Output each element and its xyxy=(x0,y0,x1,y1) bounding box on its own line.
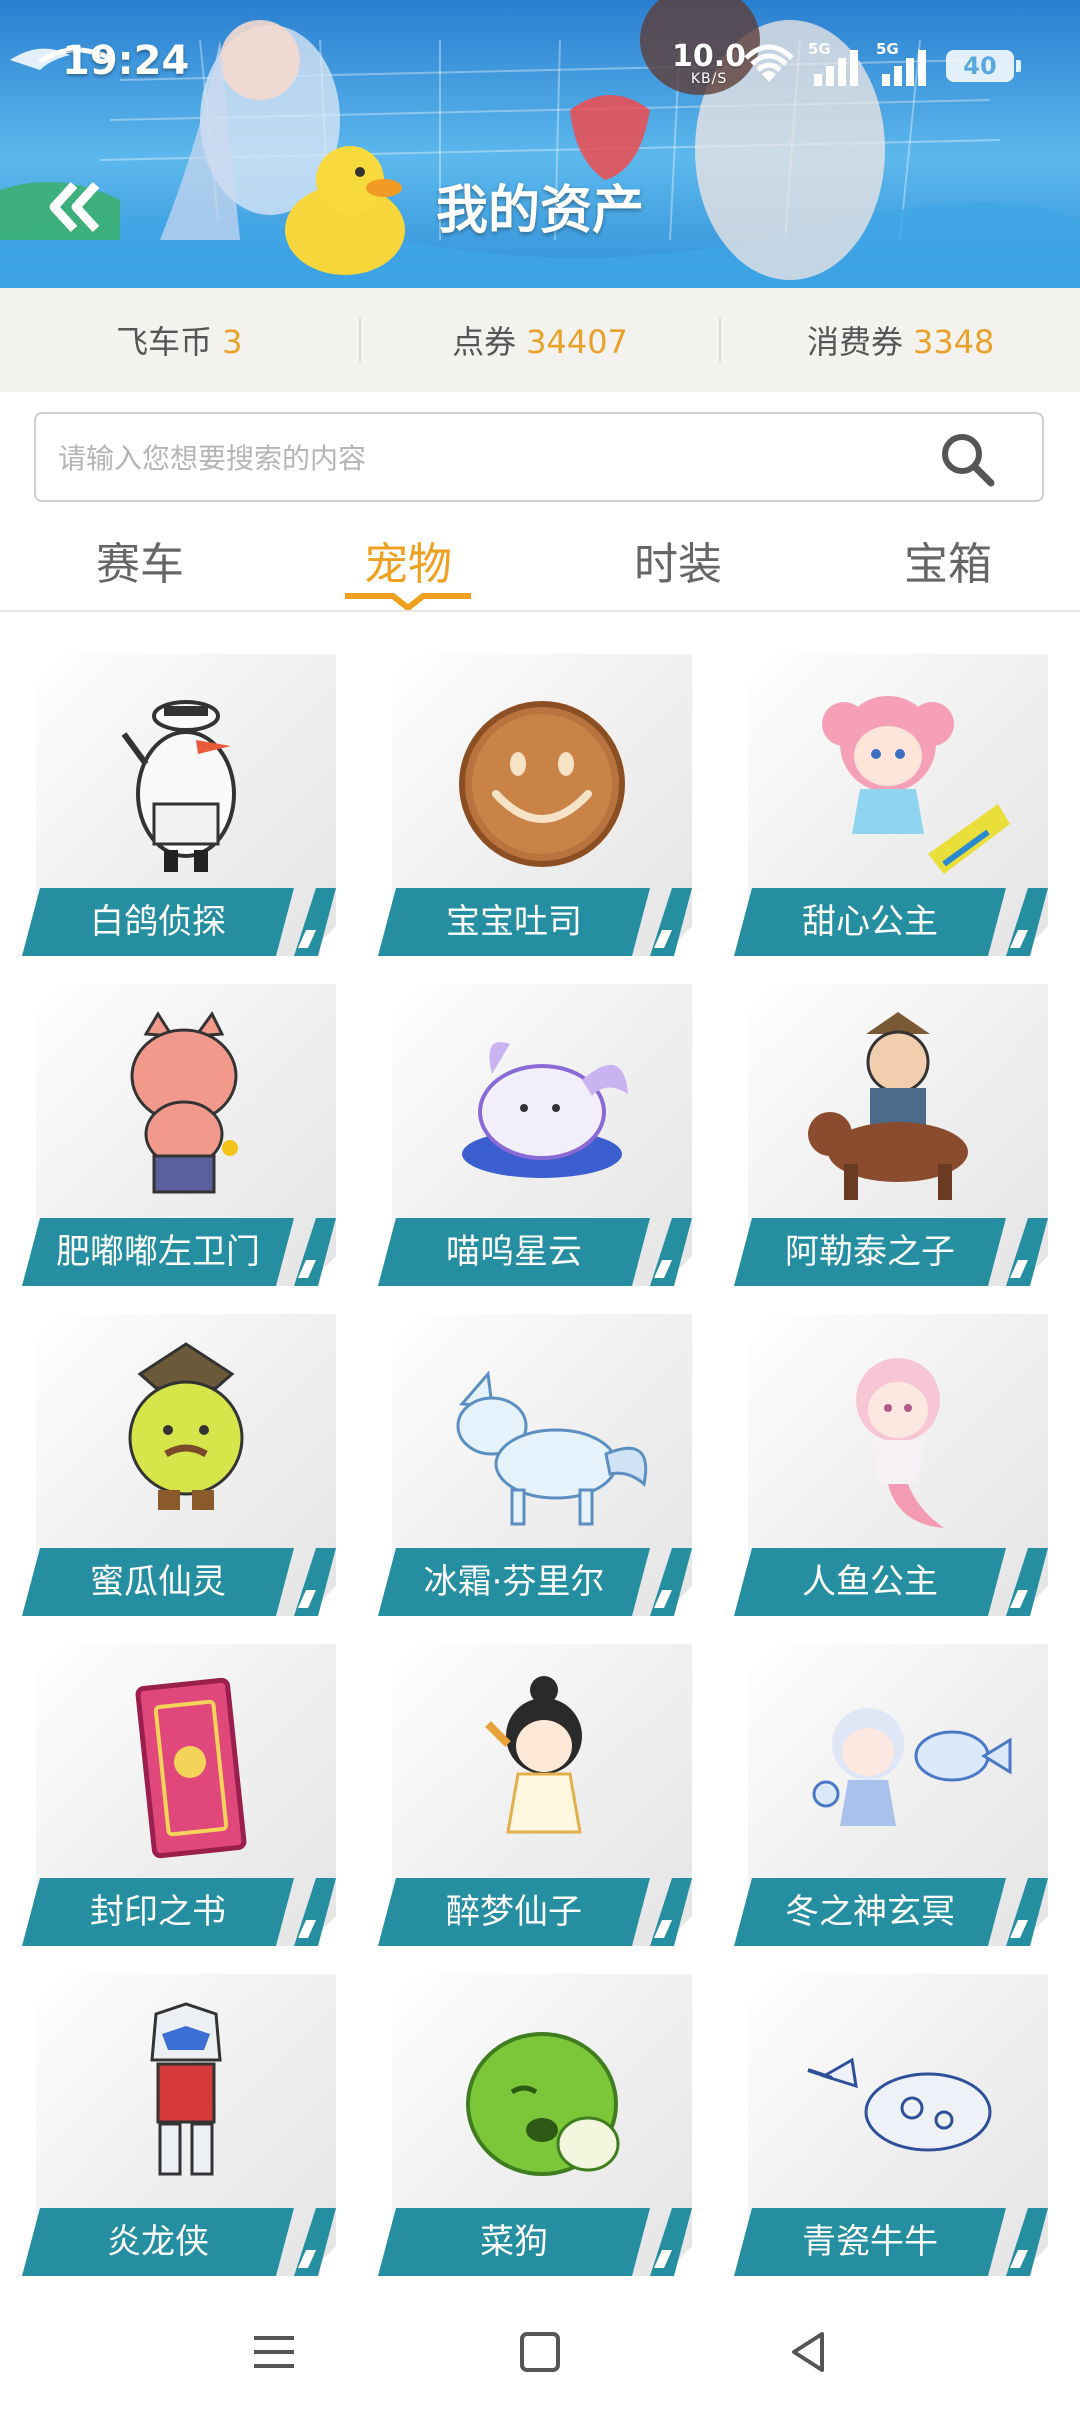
pet-flame-dragon-hero-image xyxy=(150,2002,222,2176)
balance-label: 点券 xyxy=(452,323,517,361)
pet-card[interactable]: 肥嘟嘟左卫门 xyxy=(22,984,336,1286)
balance-points: 点券 34407 xyxy=(361,317,720,363)
pet-name: 人鱼公主 xyxy=(734,1548,1006,1616)
battery-icon: 40 xyxy=(946,50,1021,82)
pet-name: 白鸽侦探 xyxy=(22,888,294,956)
search-box xyxy=(34,412,1044,502)
pet-drunken-dream-fairy-image xyxy=(485,1676,582,1834)
pet-frost-fenrir-image xyxy=(456,1370,648,1526)
pet-celadon-cow-image xyxy=(807,2057,992,2152)
balance-value: 34407 xyxy=(526,323,628,361)
pet-sweetheart-princess-image xyxy=(822,696,1010,874)
network-speed-unit: KB/S xyxy=(690,71,728,87)
pet-meow-nebula-image xyxy=(462,1042,628,1178)
balance-consumption-voucher: 消费券 3348 xyxy=(721,317,1080,363)
pet-son-of-altai-image xyxy=(808,1012,968,1200)
page-title: 我的资产 xyxy=(435,181,644,241)
signal-icon xyxy=(882,50,926,86)
category-tabs: 赛车 宠物 时装 宝箱 xyxy=(0,512,1080,612)
pet-sealed-book-image xyxy=(135,1677,247,1859)
pet-card[interactable]: 封印之书 xyxy=(22,1644,336,1946)
menu-icon[interactable] xyxy=(246,2324,302,2380)
pet-name: 青瓷牛牛 xyxy=(734,2208,1006,2276)
pet-mermaid-princess-image xyxy=(856,1358,944,1528)
pet-name: 肥嘟嘟左卫门 xyxy=(22,1218,294,1286)
pet-name: 阿勒泰之子 xyxy=(734,1218,1006,1286)
search-icon[interactable] xyxy=(938,430,996,488)
pet-card[interactable]: 喵呜星云 xyxy=(378,984,692,1286)
pet-cabbage-dog-image xyxy=(466,2032,620,2176)
pet-name: 喵呜星云 xyxy=(378,1218,650,1286)
pet-name: 冰霜·芬里尔 xyxy=(378,1548,650,1616)
balance-bar: 飞车币 3 点券 34407 消费券 3348 xyxy=(0,288,1080,392)
pet-name: 炎龙侠 xyxy=(22,2208,294,2276)
pet-name: 冬之神玄冥 xyxy=(734,1878,1006,1946)
pet-card[interactable]: 青瓷牛牛 xyxy=(734,1974,1048,2276)
pet-card[interactable]: 人鱼公主 xyxy=(734,1314,1048,1616)
pet-card[interactable]: 冬之神玄冥 xyxy=(734,1644,1048,1946)
pet-card[interactable]: 菜狗 xyxy=(378,1974,692,2276)
network-speed: 10.0 KB/S xyxy=(672,39,747,87)
pet-card[interactable]: 白鸽侦探 xyxy=(22,654,336,956)
pet-name: 菜狗 xyxy=(378,2208,650,2276)
search-input[interactable] xyxy=(56,414,940,502)
system-navigation-bar xyxy=(0,2290,1080,2414)
pet-name: 封印之书 xyxy=(22,1878,294,1946)
pet-name: 甜心公主 xyxy=(734,888,1006,956)
pet-card[interactable]: 炎龙侠 xyxy=(22,1974,336,2276)
tab-cars[interactable]: 赛车 xyxy=(60,528,220,592)
balance-label: 飞车币 xyxy=(116,323,213,361)
pet-card[interactable]: 甜心公主 xyxy=(734,654,1048,956)
pet-winter-god-xuanming-image xyxy=(812,1708,1012,1826)
tab-pets[interactable]: 宠物 xyxy=(328,528,488,592)
balance-value: 3 xyxy=(222,323,243,361)
status-time: 19:24 xyxy=(62,38,190,84)
back-triangle-icon[interactable] xyxy=(780,2324,836,2380)
header-banner: 19:24 10.0 KB/S 5G 5G 40 我的资产 xyxy=(0,0,1080,288)
pet-name: 醉梦仙子 xyxy=(378,1878,650,1946)
balance-label: 消费券 xyxy=(806,323,903,361)
status-bar: 19:24 10.0 KB/S 5G 5G 40 xyxy=(0,0,1080,120)
network-speed-value: 10.0 xyxy=(672,39,747,74)
pet-card[interactable]: 宝宝吐司 xyxy=(378,654,692,956)
pet-fat-pig-image xyxy=(130,1011,238,1194)
signal-icon xyxy=(814,50,858,86)
tab-fashion[interactable]: 时装 xyxy=(598,528,758,592)
pet-card[interactable]: 蜜瓜仙灵 xyxy=(22,1314,336,1616)
balance-feiche-coin: 飞车币 3 xyxy=(0,317,359,363)
pet-pigeon-detective-image xyxy=(121,700,236,872)
pet-card[interactable]: 醉梦仙子 xyxy=(378,1644,692,1946)
tab-chests[interactable]: 宝箱 xyxy=(868,528,1028,592)
pet-baby-toast-image xyxy=(459,701,625,867)
active-tab-indicator xyxy=(345,593,471,610)
pet-card[interactable]: 阿勒泰之子 xyxy=(734,984,1048,1286)
pet-name: 蜜瓜仙灵 xyxy=(22,1548,294,1616)
home-square-icon[interactable] xyxy=(512,2324,568,2380)
pet-name: 宝宝吐司 xyxy=(378,888,650,956)
pet-card[interactable]: 冰霜·芬里尔 xyxy=(378,1314,692,1616)
wifi-icon xyxy=(744,44,794,82)
pet-melon-spirit-image xyxy=(128,1342,244,1510)
balance-value: 3348 xyxy=(912,323,995,361)
